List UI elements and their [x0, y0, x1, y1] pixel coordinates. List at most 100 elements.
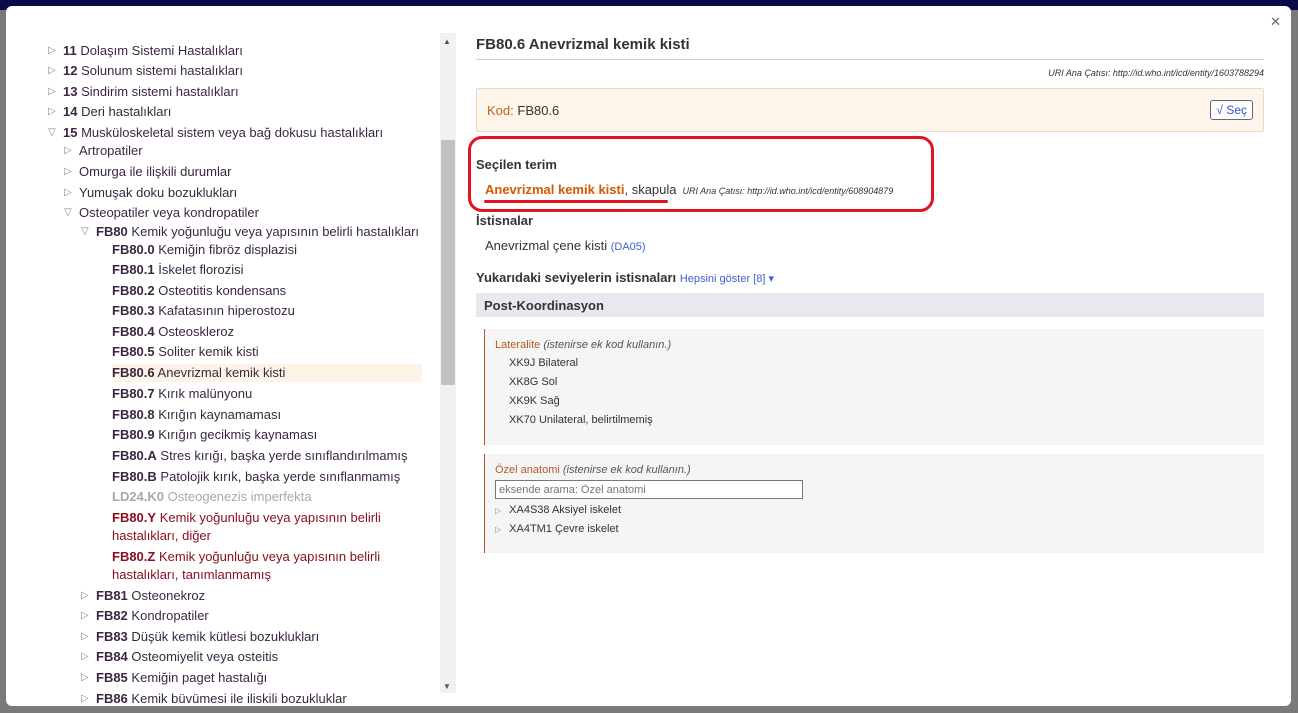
expand-triangle-icon[interactable]: ▷ [48, 62, 56, 80]
tree-item[interactable]: ▷ 11 Dolaşım Sistemi Hastalıkları [48, 42, 243, 60]
anatomy-title: Özel anatomi [495, 464, 560, 476]
expand-triangle-icon[interactable]: ▷ [48, 42, 56, 60]
laterality-option[interactable]: XK8G Sol [509, 376, 1254, 389]
tree-item[interactable]: FB80.B Patolojik kırık, başka yerde sını… [112, 468, 400, 486]
tree-item[interactable]: ▷ FB84 Osteomiyelit veya osteitis [81, 648, 279, 666]
tree-item[interactable]: ▽ Osteopatiler veya kondropatiler [64, 204, 259, 222]
anatomy-option-label: XA4S38 Aksiyel iskelet [509, 504, 622, 516]
tree-item[interactable]: FB80.5 Soliter kemik kisti [112, 343, 259, 361]
tree-item-label: Kemik yoğunluğu veya yapısının belirli [158, 549, 381, 564]
expand-triangle-icon[interactable]: ▷ [81, 669, 89, 687]
expand-triangle-icon[interactable]: ▷ [64, 163, 72, 181]
tree-item[interactable]: FB80.0 Kemiğin fibröz displazisi [112, 241, 297, 259]
tree-item[interactable]: ▷ 14 Deri hastalıkları [48, 103, 172, 121]
tree-item-label: Kondropatiler [131, 608, 209, 623]
selected-term-main[interactable]: Anevrizmal kemik kisti [485, 182, 624, 197]
tree-item[interactable]: LD24.K0 Osteogenezis imperfekta [112, 488, 311, 506]
tree-item[interactable]: FB80.3 Kafatasının hiperostozu [112, 302, 295, 320]
tree-item-code: FB80.3 [112, 303, 155, 318]
tree-item[interactable]: FB80.2 Osteotitis kondensans [112, 282, 286, 300]
tree-item-label: İskelet florozisi [158, 262, 244, 277]
tree-item[interactable]: ▷ FB81 Osteonekroz [81, 587, 205, 605]
tree-item-label: Solunum sistemi hastalıkları [81, 63, 243, 78]
tree-item-code: FB80.A [112, 448, 157, 463]
tree-item-code: 15 [63, 125, 78, 140]
expand-triangle-icon[interactable]: ▷ [81, 607, 89, 625]
tree-item-label: Patolojik kırık, başka yerde sınıflanmam… [160, 469, 401, 484]
tree-item[interactable]: ▷ Artropatiler [64, 142, 143, 160]
expand-triangle-icon[interactable]: ▷ [81, 628, 89, 646]
tree-item-code: FB80.8 [112, 407, 155, 422]
tree-item-code: FB80.6 [112, 365, 155, 380]
expand-triangle-icon[interactable]: ▷ [495, 506, 501, 515]
tree-item[interactable]: ▷ 13 Sindirim sistemi hastalıkları [48, 83, 239, 101]
tree-item-label: Kemik yoğunluğu veya yapısının belirli [159, 510, 381, 525]
tree-item-code: FB80.1 [112, 262, 155, 277]
tree-item-label: Osteomiyelit veya osteitis [131, 649, 279, 664]
tree-item[interactable]: FB80.8 Kırığın kaynamaması [112, 406, 281, 424]
tree-item[interactable]: ▽ 15 Musküloskeletal sistem veya bağ doku… [48, 124, 383, 142]
laterality-option[interactable]: XK70 Unilateral, belirtilmemiş [509, 414, 1254, 427]
tree-item-label: Kemiğin fibröz displazisi [158, 242, 297, 257]
expand-triangle-icon[interactable]: ▷ [48, 83, 56, 101]
expand-triangle-icon[interactable]: ▷ [48, 103, 56, 121]
tree-item[interactable]: ▷ FB82 Kondropatiler [81, 607, 209, 625]
tree-item[interactable]: ▷ FB86 Kemik büvümesi ile iliskili bozukl… [81, 690, 347, 706]
modal-dialog: ✕ ▷ 11 Dolaşım Sistemi Hastalıkları ▷ 12 So… [6, 6, 1291, 706]
tree-item[interactable]: FB80.Z Kemik yoğunluğu veya yapısının be… [112, 548, 380, 584]
tree-item[interactable]: ▷ Yumuşak doku bozuklukları [64, 184, 238, 202]
anatomy-option[interactable]: ▷ XA4TM1 Çevre iskelet [495, 522, 1254, 537]
scrollbar-thumb[interactable] [441, 140, 455, 385]
expand-triangle-icon[interactable]: ▷ [495, 525, 501, 534]
anatomy-option[interactable]: ▷ XA4S38 Aksiyel iskelet [495, 503, 1254, 518]
scroll-up-icon[interactable]: ▲ [443, 37, 451, 46]
tree-item-label: Deri hastalıkları [81, 104, 172, 119]
select-button[interactable]: √ Seç [1210, 100, 1253, 120]
laterality-option[interactable]: XK9J Bilateral [509, 357, 1254, 370]
tree-item-code: 12 [63, 63, 78, 78]
tree-item[interactable]: FB80.A Stres kırığı, başka yerde sınıfla… [112, 447, 408, 465]
laterality-option[interactable]: XK9K Sağ [509, 395, 1254, 408]
tree-item-label: Omurga ile ilişkili durumlar [79, 164, 232, 179]
tree-item-label: Kemik yoğunluğu veya yapısının belirli h… [131, 224, 420, 239]
collapse-triangle-icon[interactable]: ▽ [81, 223, 89, 241]
scroll-down-icon[interactable]: ▼ [443, 682, 451, 691]
anatomy-search-input[interactable] [495, 480, 803, 499]
tree-item[interactable]: ▷ Omurga ile ilişkili durumlar [64, 163, 232, 181]
code-label: Kod: [487, 103, 514, 118]
tree-item[interactable]: FB80.4 Osteoskleroz [112, 323, 234, 341]
tree-item[interactable]: ▷ FB83 Düşük kemik kütlesi bozuklukları [81, 628, 319, 646]
tree-item[interactable]: FB80.7 Kırık malünyonu [112, 385, 252, 403]
underline-annotation [484, 200, 668, 203]
tree-item[interactable]: FB80.Y Kemik yoğunluğu veya yapısının be… [112, 509, 381, 545]
tree-item-code: FB86 [96, 691, 128, 706]
exclusion-code-link[interactable]: (DA05) [611, 241, 646, 253]
entity-uri: URI Ana Çatısı: http://id.who.int/icd/en… [1048, 68, 1264, 78]
close-icon[interactable]: ✕ [1270, 14, 1281, 30]
tree-item-label: Yumuşak doku bozuklukları [79, 185, 238, 200]
tree-item[interactable]: FB80.1 İskelet florozisi [112, 261, 244, 279]
tree-item[interactable]: ▷ 12 Solunum sistemi hastalıkları [48, 62, 243, 80]
show-all-link[interactable]: Hepsini göster [8] ▾ [680, 273, 774, 285]
tree-item-label: Kırığın gecikmiş kaynaması [158, 427, 318, 442]
expand-triangle-icon[interactable]: ▷ [64, 184, 72, 202]
expand-triangle-icon[interactable]: ▷ [81, 690, 89, 706]
tree-scrollbar[interactable]: ▲ ▼ [440, 33, 456, 693]
tree-item-label-cont: hastalıkları, tanımlanmamış [112, 567, 271, 582]
tree-item-label: Stres kırığı, başka yerde sınıflandırılm… [160, 448, 408, 463]
expand-triangle-icon[interactable]: ▷ [81, 587, 89, 605]
expand-triangle-icon[interactable]: ▷ [64, 142, 72, 160]
tree-item[interactable]: ▽ FB80 Kemik yoğunluğu veya yapısının bel… [81, 223, 420, 241]
exclusions-heading: İstisnalar [476, 213, 534, 228]
collapse-triangle-icon[interactable]: ▽ [48, 124, 56, 142]
tree-item-label: Kemik büvümesi ile iliskili bozukluklar [131, 691, 347, 706]
tree-item[interactable]: FB80.6 Anevrizmal kemik kisti [112, 364, 422, 382]
tree-item-code: 13 [63, 84, 78, 99]
collapse-triangle-icon[interactable]: ▽ [64, 204, 72, 222]
tree-item[interactable]: ▷ FB85 Kemiğin paget hastalığı [81, 669, 267, 687]
tree-item-label: Osteoskleroz [158, 324, 235, 339]
selected-term: Anevrizmal kemik kisti, skapula URI Ana Ç… [485, 182, 893, 197]
selected-term-extension: , skapula [624, 182, 677, 197]
tree-item[interactable]: FB80.9 Kırığın gecikmiş kaynaması [112, 426, 317, 444]
expand-triangle-icon[interactable]: ▷ [81, 648, 89, 666]
